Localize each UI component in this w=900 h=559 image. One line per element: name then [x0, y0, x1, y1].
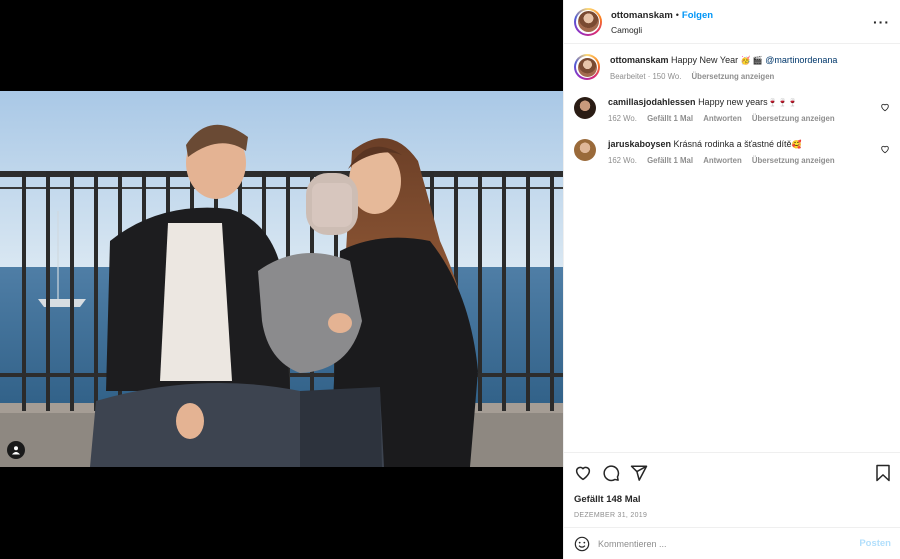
caption-item: ottomanskam Happy New Year 🥳 🎬 @martinor… — [574, 54, 890, 81]
caption-username[interactable]: ottomanskam — [610, 55, 669, 65]
caption-text: ottomanskam Happy New Year 🥳 🎬 @martinor… — [610, 54, 872, 67]
comment-body: Happy new years — [698, 97, 768, 107]
bookmark-icon — [876, 464, 890, 482]
comment-item: jaruskaboysen Krásná rodinka a šťastné d… — [574, 138, 890, 165]
translate-link[interactable]: Übersetzung anzeigen — [752, 114, 835, 123]
caption-edited: Bearbeitet · 150 Wo. — [610, 72, 682, 81]
share-icon — [630, 465, 648, 481]
post-details-panel: ottomanskam • Folgen Camogli ··· ottomansk… — [563, 0, 900, 559]
commenter-avatar[interactable] — [574, 139, 596, 161]
caption-author-avatar[interactable] — [574, 54, 600, 80]
comment-emoji: 🥰 — [791, 140, 802, 149]
author-username[interactable]: ottomanskam — [611, 10, 673, 21]
post-photo[interactable] — [0, 91, 563, 467]
user-tag-icon — [12, 446, 20, 455]
caption-mention[interactable]: @martinordenana — [765, 55, 837, 65]
share-button[interactable] — [630, 464, 648, 482]
commenter-avatar[interactable] — [574, 97, 596, 119]
post-actions: Gefällt 148 Mal DEZEMBER 31, 2019 — [564, 452, 900, 519]
reply-button[interactable]: Antworten — [703, 114, 742, 123]
comment-username[interactable]: jaruskaboysen — [608, 139, 671, 149]
comment-icon — [603, 465, 620, 482]
comment-age: 162 Wo. — [608, 156, 637, 165]
comment-username[interactable]: camillasjodahlessen — [608, 97, 696, 107]
comment-button[interactable] — [602, 464, 620, 482]
caption-translate-link[interactable]: Übersetzung anzeigen — [692, 72, 775, 81]
more-options-icon[interactable]: ··· — [873, 14, 890, 30]
comment-item: camillasjodahlessen Happy new years🍷🍷🍷 1… — [574, 96, 890, 123]
comment-age: 162 Wo. — [608, 114, 637, 123]
separator-dot: • — [675, 9, 679, 20]
heart-icon — [575, 466, 591, 481]
author-info: ottomanskam • Folgen Camogli — [611, 7, 713, 37]
likes-count[interactable]: Gefällt 148 Mal — [574, 494, 891, 505]
follow-button[interactable]: Folgen — [682, 10, 713, 21]
comment-meta: 162 Wo. Gefällt 1 Mal Antworten Übersetz… — [608, 156, 872, 165]
post-header: ottomanskam • Folgen Camogli ··· — [564, 0, 900, 44]
comment-heart-icon[interactable] — [880, 144, 890, 154]
action-icons-row — [574, 461, 891, 485]
emoji-icon[interactable] — [574, 536, 590, 552]
comment-body: Krásná rodinka a šťastné dítě — [673, 139, 792, 149]
post-comment-button[interactable]: Posten — [859, 538, 891, 549]
comment-text: jaruskaboysen Krásná rodinka a šťastné d… — [608, 138, 872, 151]
caption-meta: Bearbeitet · 150 Wo. Übersetzung anzeige… — [610, 72, 872, 81]
save-button[interactable] — [875, 464, 891, 482]
comments-list: ottomanskam Happy New Year 🥳 🎬 @martinor… — [564, 44, 900, 165]
caption-emojis: 🥳 🎬 — [740, 56, 763, 65]
add-comment-bar: Posten — [564, 527, 900, 559]
author-avatar[interactable] — [574, 7, 602, 36]
post-location[interactable]: Camogli — [611, 23, 713, 37]
comment-likes[interactable]: Gefällt 1 Mal — [647, 114, 693, 123]
translate-link[interactable]: Übersetzung anzeigen — [752, 156, 835, 165]
post-media — [0, 0, 563, 559]
user-tag-button[interactable] — [7, 441, 25, 459]
post-date: DEZEMBER 31, 2019 — [574, 512, 648, 519]
comment-input[interactable] — [598, 538, 860, 549]
family-photo-illustration — [0, 91, 563, 467]
comment-likes[interactable]: Gefällt 1 Mal — [647, 156, 693, 165]
comment-text: camillasjodahlessen Happy new years🍷🍷🍷 — [608, 96, 872, 109]
like-button[interactable] — [574, 464, 592, 482]
comment-meta: 162 Wo. Gefällt 1 Mal Antworten Übersetz… — [608, 114, 872, 123]
comment-emoji: 🍷🍷🍷 — [767, 98, 798, 107]
caption-body: Happy New Year — [671, 55, 739, 65]
comment-heart-icon[interactable] — [880, 102, 890, 112]
reply-button[interactable]: Antworten — [703, 156, 742, 165]
